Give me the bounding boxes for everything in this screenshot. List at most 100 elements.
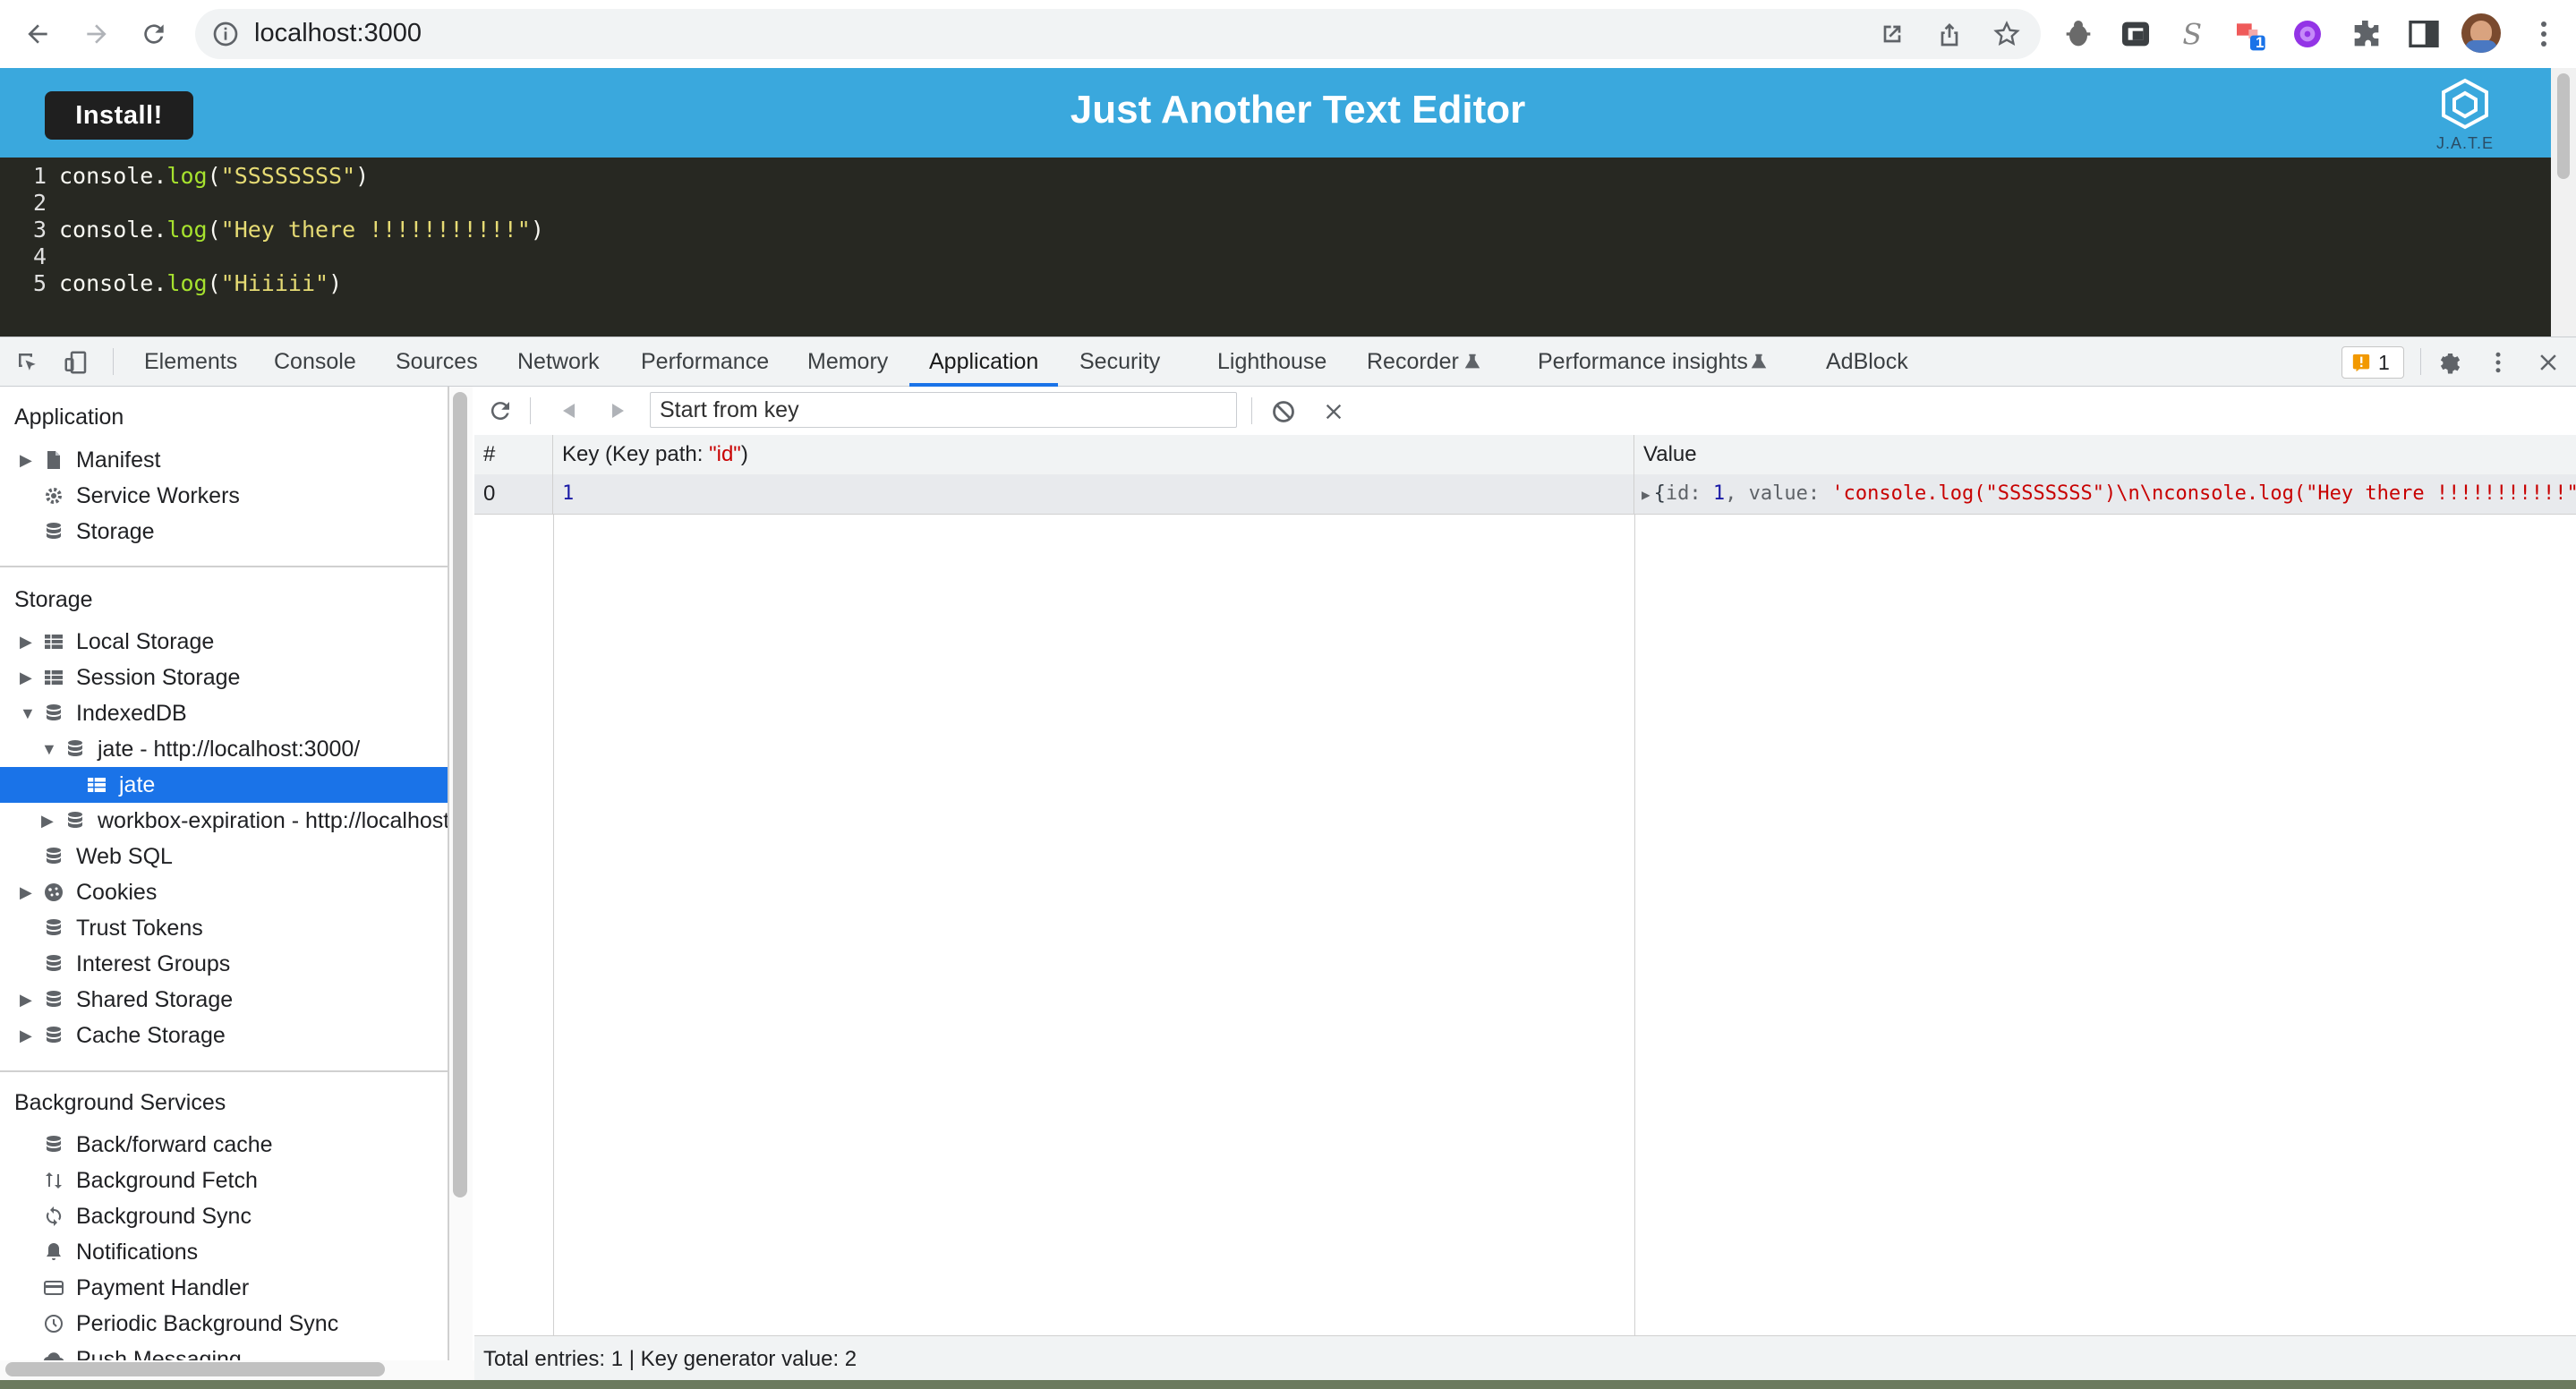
issues-counter-button[interactable]: 1 — [2341, 346, 2404, 379]
sidebar-item-interest-groups[interactable]: Interest Groups — [0, 946, 448, 982]
logo-text: J.A.T.E — [2435, 134, 2494, 152]
code-editor[interactable]: 1 console.log("SSSSSSSS") 2 3 console.log(… — [0, 158, 2551, 337]
sidebar-item-periodic-background-sync[interactable]: Periodic Background Sync — [0, 1306, 448, 1342]
sidebar-item-push-messaging[interactable]: Push Messaging — [0, 1342, 448, 1360]
tab-elements[interactable]: Elements — [144, 337, 237, 386]
sidebar-item-background-sync[interactable]: Background Sync — [0, 1198, 448, 1234]
expand-arrow-icon[interactable]: ▶ — [20, 982, 34, 1018]
code-object: console — [59, 217, 154, 243]
sync-icon — [46, 1206, 62, 1226]
refresh-icon[interactable] — [487, 397, 514, 424]
sidebar-item-cookies[interactable]: ▶ Cookies — [0, 874, 448, 910]
section-title-storage: Storage — [14, 587, 93, 612]
column-header-value[interactable]: Value — [1634, 435, 2576, 474]
collapse-arrow-icon[interactable]: ▼ — [41, 731, 57, 767]
bookmark-star-icon[interactable] — [1992, 20, 2021, 48]
tab-sources[interactable]: Sources — [396, 337, 478, 386]
row-index-cell: 0 — [474, 474, 553, 514]
browser-toolbar: localhost:3000 S 1 — [0, 0, 2576, 69]
sidebar-item-local-storage[interactable]: ▶ Local Storage — [0, 624, 448, 660]
sidebar-item-session-storage[interactable]: ▶ Session Storage — [0, 660, 448, 695]
address-bar[interactable]: localhost:3000 — [195, 9, 2041, 59]
clear-object-store-icon[interactable] — [1271, 399, 1296, 424]
code-line: 1 console.log("SSSSSSSS") — [0, 163, 369, 190]
issue-warning-icon — [2352, 354, 2370, 372]
forward-button[interactable] — [73, 11, 120, 57]
info-icon[interactable] — [211, 20, 240, 48]
value-id-number: 1 — [1712, 482, 1726, 505]
browser-menu-button[interactable] — [2526, 11, 2562, 57]
share-icon[interactable] — [1935, 20, 1964, 48]
expand-arrow-icon[interactable]: ▶ — [20, 660, 34, 695]
tab-adblock[interactable]: AdBlock — [1826, 337, 1908, 386]
tab-performance[interactable]: Performance — [641, 337, 769, 386]
open-in-new-icon[interactable] — [1878, 20, 1906, 48]
expand-arrow-icon[interactable]: ▶ — [20, 1018, 34, 1053]
reload-button[interactable] — [131, 11, 177, 57]
inspect-element-icon[interactable] — [14, 349, 41, 376]
tab-lighthouse[interactable]: Lighthouse — [1217, 337, 1326, 386]
settings-gear-icon[interactable] — [2435, 349, 2461, 376]
tab-performance-insights[interactable]: Performance insights — [1538, 337, 1748, 386]
expand-value-arrow-icon[interactable]: ▶ — [1642, 486, 1651, 503]
sidebar-item-cache-storage[interactable]: ▶ Cache Storage — [0, 1018, 448, 1053]
database-icon — [47, 991, 61, 1007]
tab-console[interactable]: Console — [274, 337, 356, 386]
table-row[interactable]: 0 1 ▶ {id: 1, value: 'console.log("SSSSSS… — [474, 474, 2576, 515]
sidebar-item-jate-object-store[interactable]: jate — [0, 767, 448, 803]
sidebar-horizontal-scrollbar[interactable] — [0, 1360, 474, 1380]
line-number: 4 — [32, 243, 47, 269]
sidebar-item-notifications[interactable]: Notifications — [0, 1234, 448, 1270]
tab-security[interactable]: Security — [1079, 337, 1160, 386]
previous-page-icon[interactable] — [559, 400, 580, 422]
sidebar-item-shared-storage[interactable]: ▶ Shared Storage — [0, 982, 448, 1018]
sidebar-item-jate-database[interactable]: ▼ jate - http://localhost:3000/ — [0, 731, 448, 767]
purple-extension-icon[interactable] — [2290, 16, 2325, 52]
toolbar-divider — [530, 397, 531, 424]
badged-extension-icon[interactable]: 1 — [2232, 16, 2268, 52]
delete-selected-icon[interactable] — [1321, 399, 1346, 424]
bug-extension-icon[interactable] — [2060, 16, 2096, 52]
line-number: 1 — [32, 163, 47, 189]
sidebar-item-storage-overview[interactable]: Storage — [0, 514, 448, 550]
window-extension-icon[interactable] — [2118, 16, 2154, 52]
object-store-toolbar — [474, 387, 2576, 436]
device-toolbar-icon[interactable] — [63, 349, 90, 376]
sidebar-item-workbox-expiration[interactable]: ▶ workbox-expiration - http://localhost:… — [0, 803, 448, 839]
sidebar-vertical-scrollbar[interactable] — [449, 387, 473, 1360]
next-page-icon[interactable] — [607, 400, 628, 422]
sidebar-item-back-forward-cache[interactable]: Back/forward cache — [0, 1127, 448, 1163]
page-scrollbar[interactable] — [2551, 68, 2576, 337]
sidebar-hscrollbar-thumb[interactable] — [5, 1362, 385, 1376]
sidebar-item-web-sql[interactable]: Web SQL — [0, 839, 448, 874]
page-scrollbar-thumb[interactable] — [2557, 73, 2570, 179]
expand-arrow-icon[interactable]: ▶ — [20, 874, 34, 910]
profile-avatar[interactable] — [2461, 13, 2501, 53]
row-value-cell[interactable]: ▶ {id: 1, value: 'console.log("SSSSSSSS")… — [1634, 474, 2576, 514]
column-header-index[interactable]: # — [474, 435, 553, 474]
close-devtools-icon[interactable] — [2535, 349, 2562, 376]
tab-network[interactable]: Network — [517, 337, 600, 386]
expand-arrow-icon[interactable]: ▶ — [20, 442, 34, 478]
tab-memory[interactable]: Memory — [807, 337, 888, 386]
tab-recorder[interactable]: Recorder — [1367, 337, 1459, 386]
sidebar-item-trust-tokens[interactable]: Trust Tokens — [0, 910, 448, 946]
sidebar-item-payment-handler[interactable]: Payment Handler — [0, 1270, 448, 1306]
s-extension-icon[interactable]: S — [2175, 16, 2211, 52]
start-from-key-input[interactable] — [650, 392, 1237, 428]
sidebar-item-indexeddb[interactable]: ▼ IndexedDB — [0, 695, 448, 731]
tab-application[interactable]: Application — [929, 337, 1038, 386]
expand-arrow-icon[interactable]: ▶ — [20, 624, 34, 660]
collapse-arrow-icon[interactable]: ▼ — [20, 695, 36, 731]
back-button[interactable] — [14, 11, 61, 57]
sidebar-item-manifest[interactable]: ▶ Manifest — [0, 442, 448, 478]
value-id-label: id: — [1665, 482, 1713, 505]
extensions-puzzle-icon[interactable] — [2349, 16, 2384, 52]
sidebar-item-service-workers[interactable]: Service Workers — [0, 478, 448, 514]
sidebar-scrollbar-thumb[interactable] — [453, 392, 467, 1197]
side-panel-icon[interactable] — [2406, 16, 2442, 52]
column-header-key[interactable]: Key (Key path: "id") — [553, 435, 1634, 474]
expand-arrow-icon[interactable]: ▶ — [41, 803, 55, 839]
sidebar-item-background-fetch[interactable]: Background Fetch — [0, 1163, 448, 1198]
devtools-menu-icon[interactable] — [2485, 349, 2512, 376]
